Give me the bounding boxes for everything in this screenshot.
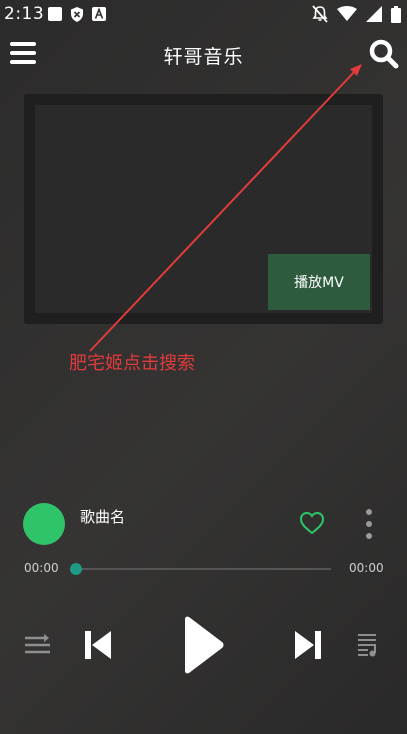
shield-x-icon	[71, 7, 83, 22]
play-mv-button[interactable]: 播放MV	[268, 254, 370, 310]
app-title: 轩哥音乐	[163, 46, 244, 68]
status-bar: 2:13	[0, 0, 407, 28]
status-left-icons	[48, 7, 106, 22]
more-vertical-icon	[366, 509, 372, 539]
wifi-icon	[337, 6, 357, 21]
mute-icon	[312, 5, 328, 23]
progress-thumb[interactable]	[70, 563, 82, 575]
play-mode-button[interactable]	[24, 632, 52, 662]
play-icon	[185, 616, 224, 674]
playlist-button[interactable]	[356, 632, 382, 662]
font-a-icon	[92, 7, 106, 21]
shuffle-list-icon	[25, 634, 50, 654]
next-icon	[295, 631, 321, 659]
next-button[interactable]	[294, 630, 322, 664]
progress-track[interactable]	[75, 568, 331, 570]
more-button[interactable]	[360, 508, 378, 540]
heart-outline-icon	[299, 511, 325, 535]
favorite-button[interactable]	[299, 511, 325, 535]
status-right-icons	[312, 5, 401, 23]
notification-square-icon	[48, 7, 62, 21]
annotation-text: 肥宅姬点击搜索	[69, 353, 195, 374]
playlist-icon	[358, 634, 376, 657]
total-time: 00:00	[349, 561, 384, 575]
signal-icon	[366, 6, 382, 22]
play-button[interactable]	[182, 616, 224, 678]
previous-button[interactable]	[84, 630, 112, 664]
app-bar: 轩哥音乐	[0, 30, 407, 78]
search-icon	[369, 39, 399, 69]
current-time: 00:00	[24, 561, 59, 575]
battery-icon	[391, 5, 401, 23]
status-time: 2:13	[4, 4, 45, 24]
album-cover[interactable]	[23, 503, 65, 545]
song-name: 歌曲名	[80, 508, 126, 526]
search-button[interactable]	[366, 36, 402, 72]
previous-icon	[85, 631, 111, 659]
